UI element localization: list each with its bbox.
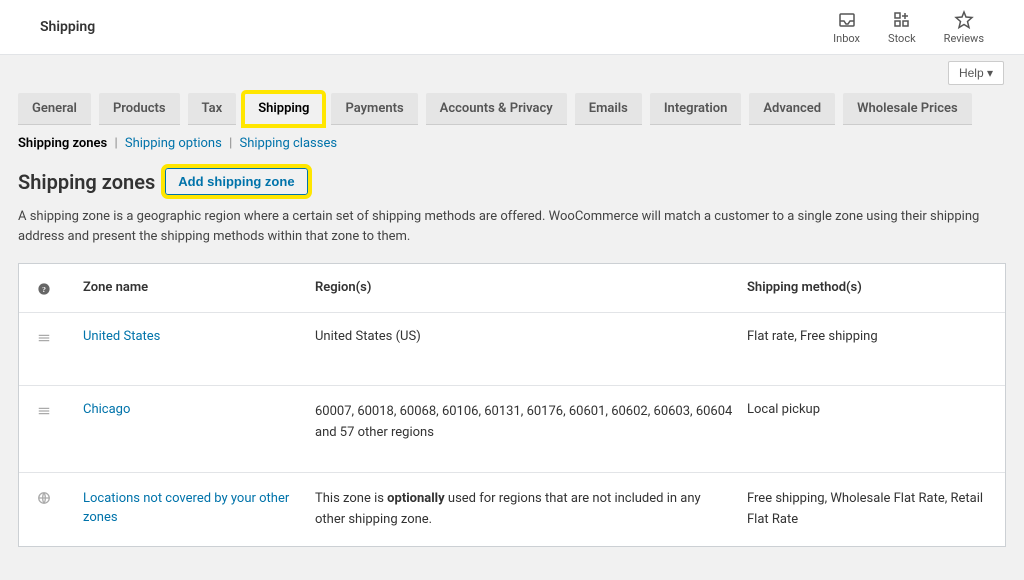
drag-handle[interactable] — [37, 329, 83, 345]
zone-methods: Flat rate, Free shipping — [747, 329, 987, 344]
tab-advanced[interactable]: Advanced — [749, 93, 835, 125]
page-body: Help ▾ General Products Tax Shipping Pay… — [0, 55, 1024, 547]
zones-table: ? Zone name Region(s) Shipping method(s)… — [18, 263, 1006, 547]
inbox-icon — [837, 10, 857, 30]
tab-tax[interactable]: Tax — [188, 93, 237, 125]
tab-products[interactable]: Products — [99, 93, 180, 125]
inbox-button[interactable]: Inbox — [833, 10, 860, 45]
zone-regions: This zone is optionally used for regions… — [315, 489, 747, 531]
section-heading: Shipping zones — [18, 170, 155, 194]
subnav-classes[interactable]: Shipping classes — [239, 136, 337, 151]
add-shipping-zone-button[interactable]: Add shipping zone — [165, 168, 307, 195]
inbox-label: Inbox — [833, 32, 860, 45]
reviews-button[interactable]: Reviews — [944, 10, 984, 45]
tab-integration[interactable]: Integration — [650, 93, 742, 125]
page-title: Shipping — [40, 19, 95, 35]
zone-methods: Free shipping, Wholesale Flat Rate, Reta… — [747, 489, 987, 531]
zone-link[interactable]: Chicago — [83, 402, 130, 417]
shipping-subnav: Shipping zones | Shipping options | Ship… — [18, 125, 1006, 162]
drag-handle[interactable] — [37, 402, 83, 418]
tab-shipping[interactable]: Shipping — [244, 93, 323, 125]
settings-tabs: General Products Tax Shipping Payments A… — [18, 93, 1006, 125]
grid-plus-icon — [892, 10, 912, 30]
zone-link[interactable]: United States — [83, 329, 160, 344]
heading-row: Shipping zones Add shipping zone — [18, 168, 1006, 195]
stock-button[interactable]: Stock — [888, 10, 916, 45]
zone-methods: Local pickup — [747, 402, 987, 417]
section-description: A shipping zone is a geographic region w… — [18, 207, 1006, 247]
zone-regions: United States (US) — [315, 329, 747, 344]
tab-wholesale-prices[interactable]: Wholesale Prices — [843, 93, 972, 125]
help-icon[interactable]: ? — [37, 280, 83, 296]
reviews-label: Reviews — [944, 32, 984, 45]
stock-label: Stock — [888, 32, 916, 45]
tab-general[interactable]: General — [18, 93, 91, 125]
topbar-actions: Inbox Stock Reviews — [833, 10, 984, 45]
col-region: Region(s) — [315, 280, 747, 295]
subnav-options[interactable]: Shipping options — [125, 136, 222, 151]
help-button[interactable]: Help ▾ — [948, 61, 1004, 85]
zone-regions: 60007, 60018, 60068, 60106, 60131, 60176… — [315, 402, 747, 444]
col-zone-name: Zone name — [83, 280, 315, 295]
globe-icon — [37, 489, 83, 505]
table-row: Locations not covered by your other zone… — [19, 473, 1005, 547]
tab-payments[interactable]: Payments — [331, 93, 417, 125]
table-row: United States United States (US) Flat ra… — [19, 313, 1005, 386]
star-icon — [954, 10, 974, 30]
tab-emails[interactable]: Emails — [575, 93, 642, 125]
table-row: Chicago 60007, 60018, 60068, 60106, 6013… — [19, 386, 1005, 473]
tab-accounts-privacy[interactable]: Accounts & Privacy — [426, 93, 567, 125]
help-wrap: Help ▾ — [18, 55, 1006, 91]
topbar: Shipping Inbox Stock Reviews — [0, 0, 1024, 55]
subnav-zones[interactable]: Shipping zones — [18, 136, 107, 151]
table-header: ? Zone name Region(s) Shipping method(s) — [19, 264, 1005, 313]
col-methods: Shipping method(s) — [747, 280, 987, 295]
zone-link[interactable]: Locations not covered by your other zone… — [83, 491, 289, 526]
svg-text:?: ? — [42, 285, 46, 294]
